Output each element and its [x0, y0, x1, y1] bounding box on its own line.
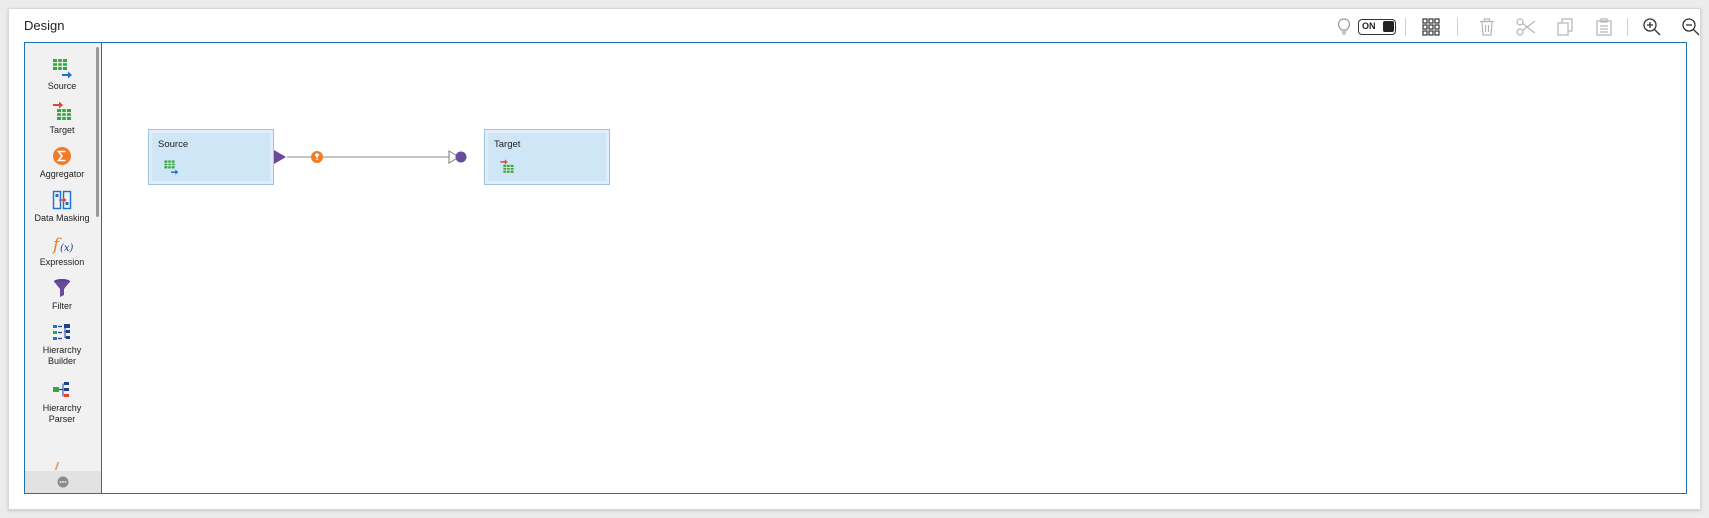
toolbar-divider	[1627, 18, 1628, 36]
input-port	[455, 151, 467, 163]
panel-title: Design	[24, 18, 65, 33]
toolbar-divider	[1457, 18, 1458, 36]
palette-item-hierarchy-builder[interactable]: Hierarchy Builder	[25, 321, 99, 367]
output-port	[274, 150, 286, 164]
palette-item-partial	[54, 462, 66, 470]
node-title: Target	[494, 139, 521, 150]
source-icon	[162, 159, 180, 175]
node-title: Source	[158, 139, 189, 150]
palette-item-label: Hierarchy Parser	[42, 403, 82, 424]
copy-icon[interactable]	[1554, 16, 1576, 38]
toggle-switch[interactable]: ON	[1358, 19, 1396, 35]
palette-item-label: Hierarchy Builder	[42, 345, 82, 366]
palette-item-target[interactable]: Target	[25, 101, 99, 136]
source-icon	[51, 57, 73, 79]
more-icon	[57, 476, 69, 488]
paste-icon[interactable]	[1593, 16, 1615, 38]
filter-icon	[51, 277, 73, 299]
input-arrow	[448, 150, 460, 164]
target-icon	[51, 101, 73, 123]
data-masking-icon	[51, 189, 73, 211]
palette-more-button[interactable]	[25, 471, 101, 493]
palette-item-source[interactable]: Source	[25, 57, 99, 92]
palette-item-label: Filter	[52, 301, 72, 311]
toggle-knob	[1383, 21, 1394, 32]
palette-item-label: Expression	[39, 257, 85, 267]
canvas-node-target[interactable]: Target	[484, 129, 610, 185]
palette-item-label: Data Masking	[34, 213, 90, 223]
link-layer	[274, 150, 467, 164]
hierarchy-parser-icon	[51, 379, 73, 401]
palette-item-data-masking[interactable]: Data Masking	[25, 189, 99, 224]
zoom-in-icon[interactable]	[1641, 16, 1663, 38]
canvas-node-source[interactable]: Source	[148, 129, 274, 185]
lightbulb-badge-icon	[311, 151, 323, 163]
aggregator-icon	[51, 145, 73, 167]
expression-icon: f (x)	[51, 233, 74, 255]
palette-item-label: Source	[47, 81, 77, 91]
palette-item-label: Aggregator	[39, 169, 85, 179]
zoom-out-icon[interactable]	[1680, 16, 1702, 38]
palette-item-label: Target	[49, 125, 75, 135]
lightbulb-icon[interactable]	[1333, 16, 1355, 38]
target-icon	[498, 159, 516, 175]
design-panel: Design ON Source Target Aggregator Data …	[8, 8, 1701, 510]
mapping-canvas[interactable]: Source Target	[103, 43, 1686, 493]
grid-icon[interactable]	[1420, 16, 1442, 38]
toolbar: ON	[1280, 9, 1700, 41]
svg-text:(x): (x)	[60, 243, 74, 254]
trash-icon[interactable]	[1476, 16, 1498, 38]
scissors-icon[interactable]	[1515, 16, 1537, 38]
hierarchy-builder-icon	[51, 321, 73, 343]
palette-item-hierarchy-parser[interactable]: Hierarchy Parser	[25, 379, 99, 425]
palette-scrollbar[interactable]	[96, 47, 99, 217]
mapping-editor: Source Target Aggregator Data Masking f …	[24, 42, 1687, 494]
palette-item-expression[interactable]: f (x) Expression	[25, 233, 99, 268]
palette-item-aggregator[interactable]: Aggregator	[25, 145, 99, 180]
transformation-palette: Source Target Aggregator Data Masking f …	[25, 43, 102, 493]
toolbar-divider	[1405, 18, 1406, 36]
toggle-label: ON	[1362, 21, 1376, 31]
palette-item-filter[interactable]: Filter	[25, 277, 99, 312]
